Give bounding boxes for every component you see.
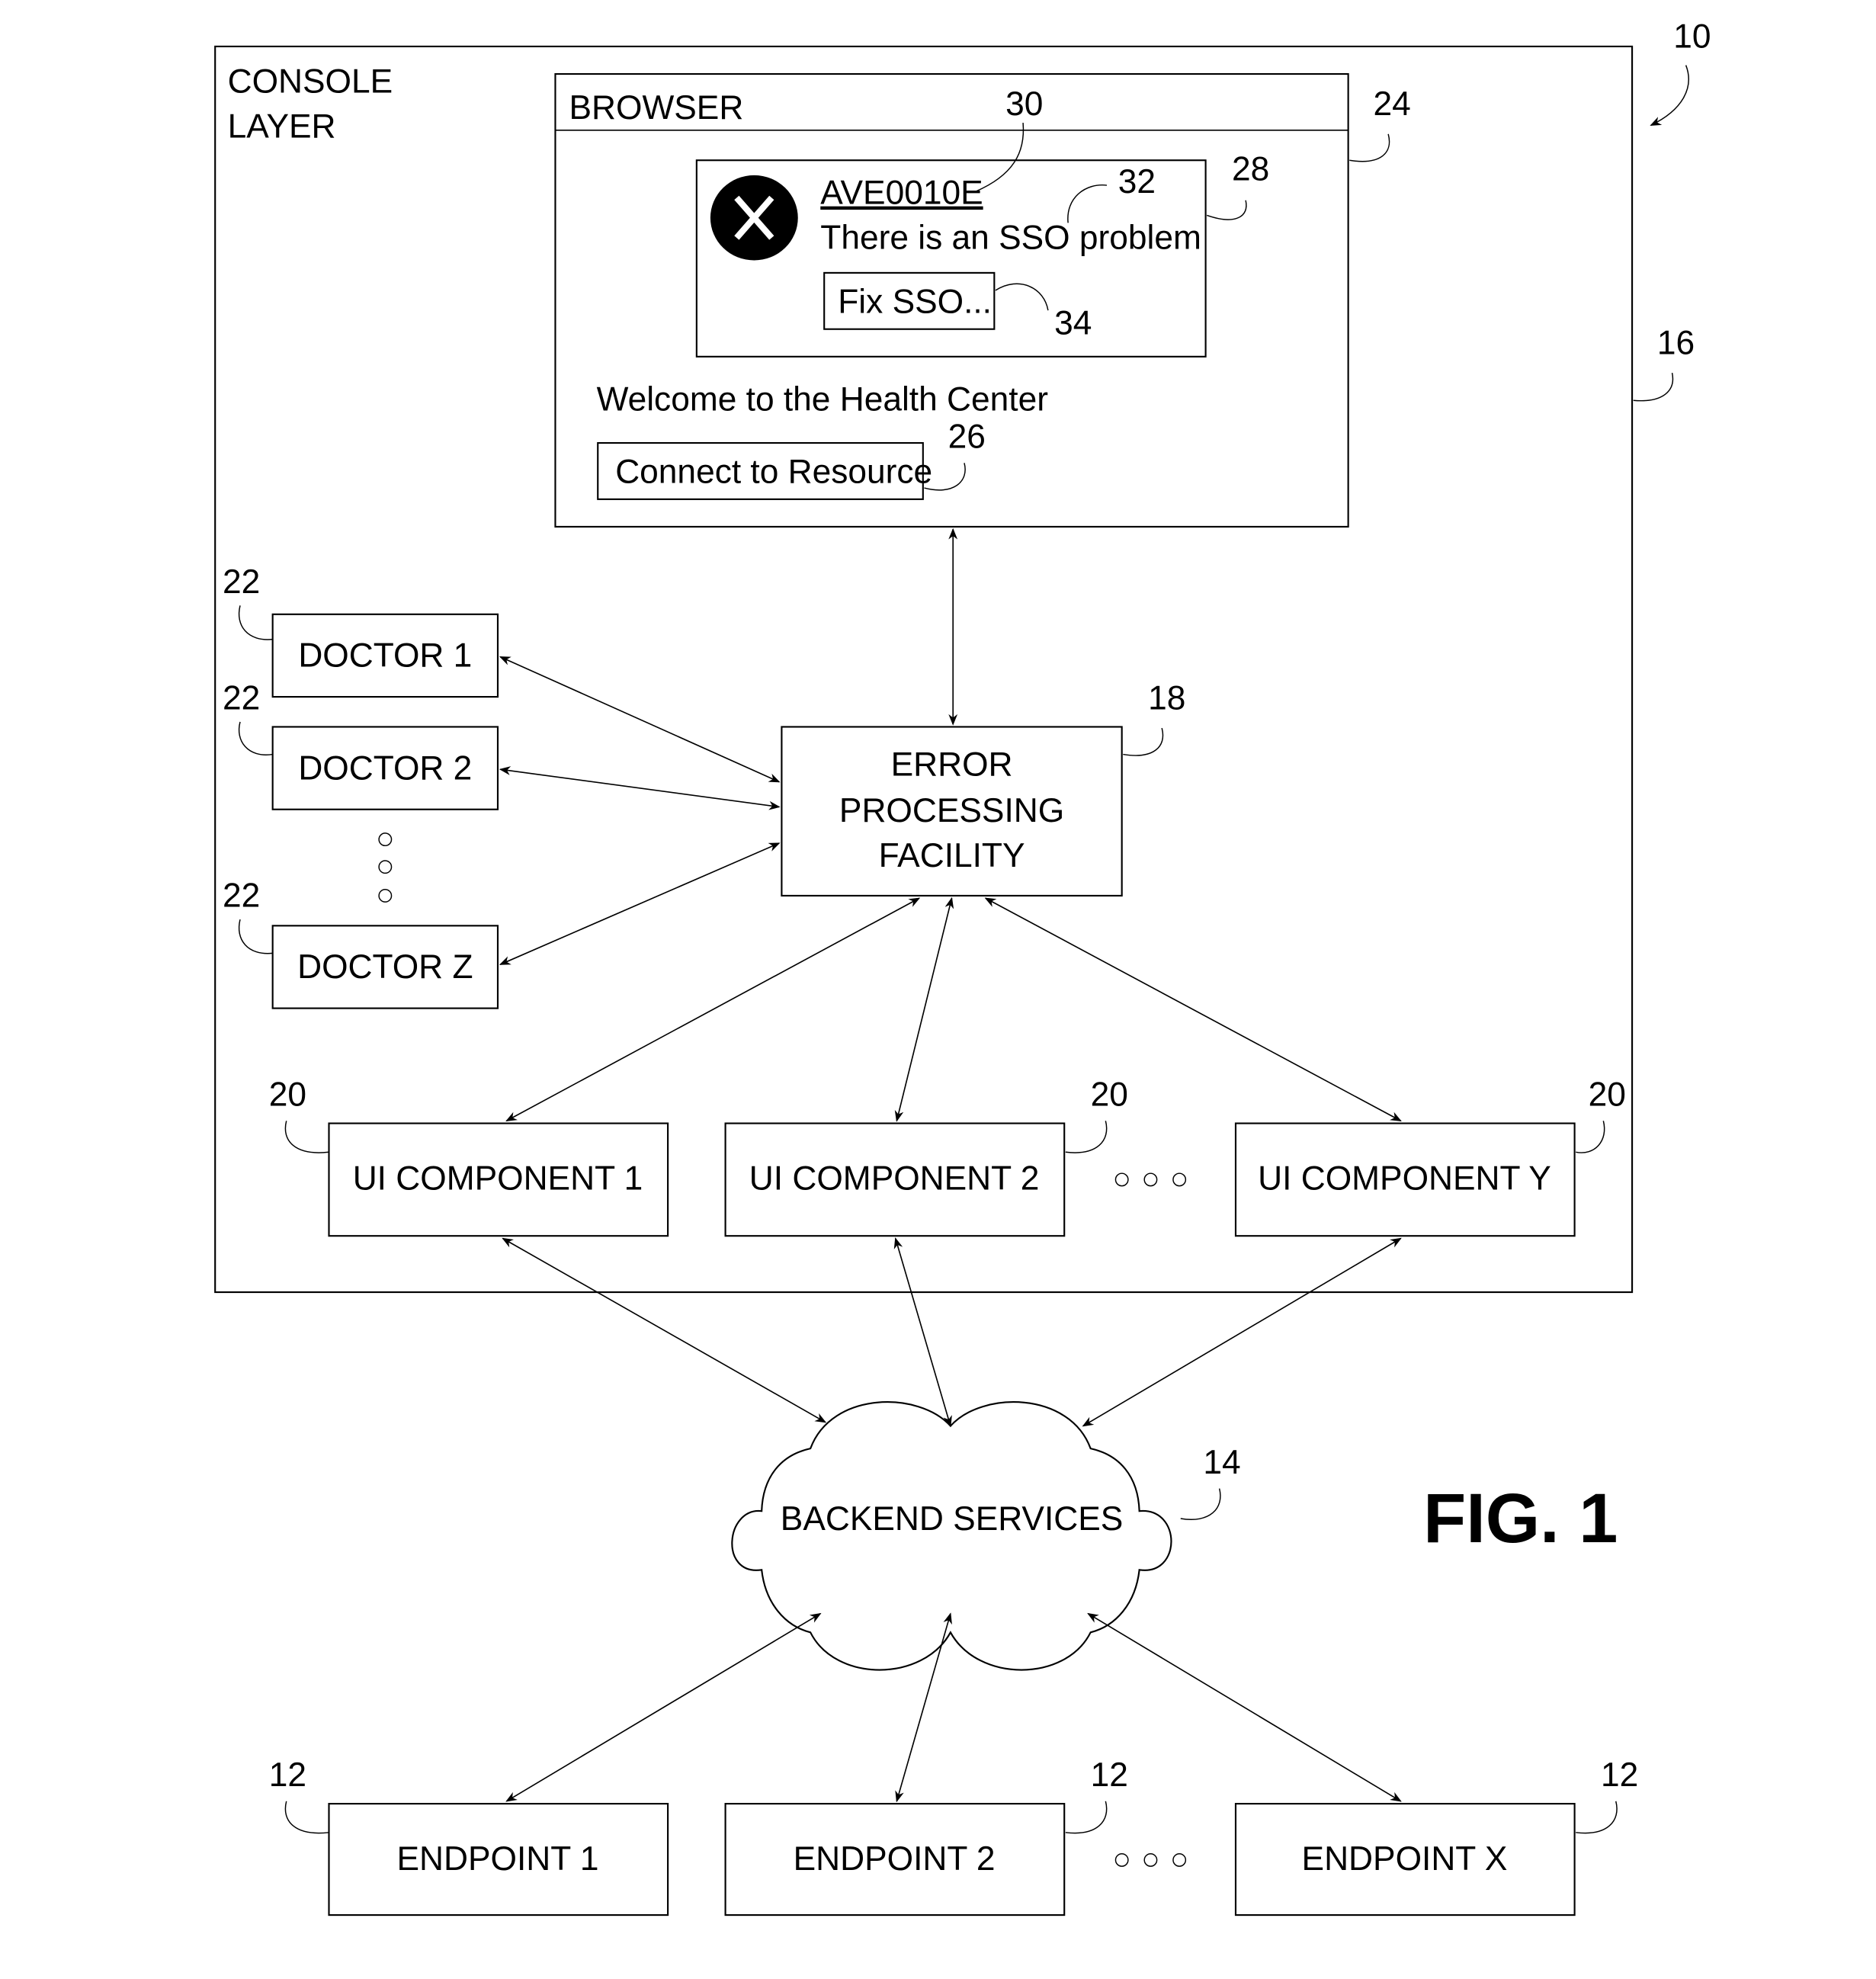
- endpoint-ref-leader: [1576, 1801, 1618, 1834]
- endpoint-label: ENDPOINT 1: [397, 1840, 599, 1878]
- endpoint-ref-number: 12: [1091, 1756, 1128, 1794]
- error-panel-ref-number: 28: [1232, 150, 1269, 188]
- error-message-ref-number: 32: [1118, 163, 1156, 200]
- console-layer-label-line1: CONSOLE: [228, 63, 393, 101]
- system-ref-arrow: [1650, 65, 1689, 126]
- error-x-icon: [710, 175, 798, 261]
- ui-component-label: UI COMPONENT 2: [749, 1160, 1040, 1198]
- console-layer-ref-number: 16: [1657, 325, 1695, 362]
- error-processing-line3: FACILITY: [879, 837, 1025, 874]
- endpoint-label: ENDPOINT 2: [794, 1840, 996, 1878]
- fix-sso-button-label[interactable]: Fix SSO...: [838, 283, 992, 320]
- endpoint-ref-number: 12: [269, 1756, 306, 1794]
- error-processing-line2: PROCESSING: [839, 792, 1064, 829]
- ui-component-ellipsis: [1114, 1172, 1187, 1187]
- system-ref-number: 10: [1673, 18, 1711, 56]
- endpoint-label: ENDPOINT X: [1302, 1840, 1508, 1878]
- browser-ref-number: 24: [1373, 85, 1410, 123]
- fix-sso-ref-number: 34: [1054, 304, 1092, 342]
- figure-title: FIG. 1: [1423, 1480, 1618, 1557]
- endpoint-ref-leader: [1065, 1801, 1108, 1834]
- system-diagram: 10 CONSOLE LAYER 16 BROWSER 24 28 AVE001…: [214, 18, 1711, 1916]
- doctor-ref-number: 22: [223, 679, 260, 717]
- connect-button-label[interactable]: Connect to Resource: [615, 454, 932, 491]
- connector-backend-ep1: [505, 1612, 822, 1802]
- endpoint-ellipsis: [1114, 1852, 1187, 1867]
- endpoint-2: ENDPOINT 2 12: [724, 1756, 1128, 1916]
- doctor-label: DOCTOR 2: [298, 749, 472, 787]
- backend-services-cloud: BACKEND SERVICES: [731, 1401, 1172, 1671]
- error-message: There is an SSO problem: [820, 220, 1201, 257]
- backend-services-label: BACKEND SERVICES: [781, 1500, 1124, 1538]
- ui-component-label: UI COMPONENT 1: [353, 1160, 643, 1198]
- console-layer-ref-leader: [1633, 372, 1674, 402]
- browser-title: BROWSER: [569, 89, 744, 127]
- endpoint-ref-leader: [284, 1801, 329, 1834]
- ui-component-ref-number: 20: [1589, 1076, 1626, 1114]
- fix-sso-button[interactable]: Fix SSO...: [823, 271, 996, 330]
- connect-button-ref-number: 26: [948, 419, 986, 456]
- endpoint-x: ENDPOINT X 12: [1234, 1756, 1638, 1916]
- ui-component-ref-number: 20: [1091, 1076, 1128, 1114]
- console-layer-label-line2: LAYER: [228, 108, 336, 146]
- doctor-ref-number: 22: [223, 877, 260, 915]
- error-code-link[interactable]: AVE0010E: [820, 175, 983, 212]
- endpoint-1: ENDPOINT 1 12: [269, 1756, 669, 1916]
- error-code-ref-number: 30: [1005, 85, 1043, 123]
- error-processing-ref-number: 18: [1148, 679, 1185, 717]
- backend-ref-number: 14: [1203, 1444, 1240, 1481]
- doctor-ellipsis: [378, 832, 393, 903]
- ui-component-label: UI COMPONENT Y: [1258, 1160, 1551, 1198]
- doctor-label: DOCTOR Z: [297, 948, 473, 986]
- ui-component-ref-number: 20: [269, 1076, 306, 1114]
- connector-backend-epx: [1087, 1612, 1402, 1802]
- backend-ref-leader: [1180, 1488, 1221, 1520]
- browser-window: BROWSER 24 28 AVE0010E 30 There is an SS…: [554, 72, 1411, 528]
- error-processing-line1: ERROR: [891, 746, 1013, 783]
- doctor-label: DOCTOR 1: [298, 637, 472, 675]
- doctor-ref-number: 22: [223, 563, 260, 601]
- connect-to-resource-button[interactable]: Connect to Resource: [597, 441, 932, 500]
- endpoint-ref-number: 12: [1601, 1756, 1638, 1794]
- welcome-text: Welcome to the Health Center: [597, 380, 1049, 418]
